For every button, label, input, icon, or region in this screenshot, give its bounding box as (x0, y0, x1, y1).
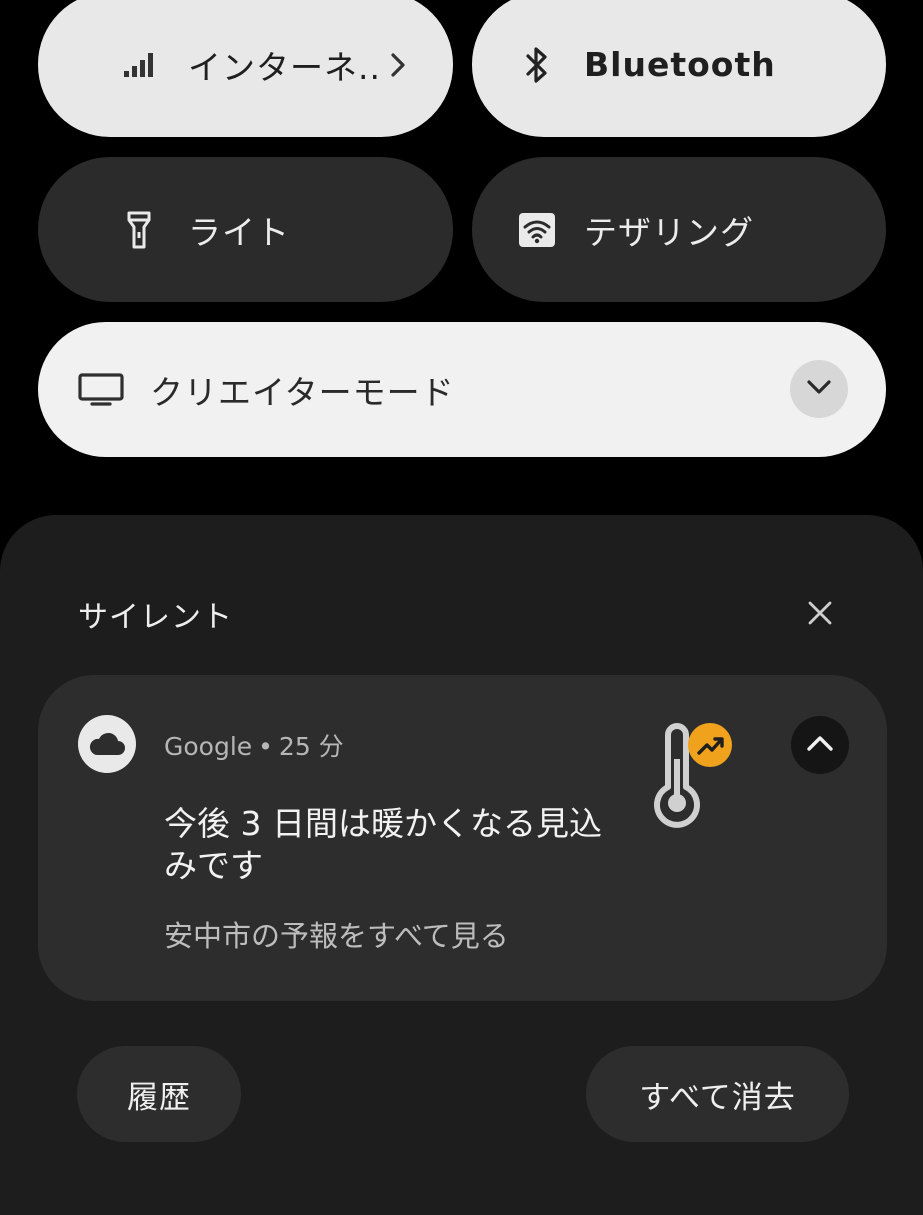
chevron-down-icon (806, 379, 832, 399)
notification-meta: Google • 25 分 (164, 727, 344, 763)
notification-collapse-button[interactable] (791, 716, 849, 774)
tile-tethering[interactable]: テザリング (472, 157, 886, 302)
notification-app-name: Google (164, 732, 253, 761)
tile-bluetooth-label: Bluetooth (584, 45, 776, 84)
meta-separator: • (258, 732, 273, 761)
section-title-silent: サイレント (78, 600, 233, 635)
cloud-icon (78, 715, 136, 773)
tile-tethering-label: テザリング (584, 212, 754, 252)
tile-internet-label: インターネ.. (188, 47, 381, 87)
signal-icon (118, 44, 160, 86)
clear-all-button[interactable]: すべて消去 (586, 1046, 849, 1142)
hotspot-icon (516, 209, 558, 251)
tv-icon (78, 369, 124, 411)
tile-creator-mode[interactable]: クリエイターモード (38, 322, 886, 457)
history-button[interactable]: 履歴 (77, 1046, 241, 1142)
notification-subtitle: 安中市の予報をすべて見る (164, 919, 509, 953)
chevron-right-icon[interactable] (383, 45, 413, 85)
bluetooth-icon (516, 44, 558, 86)
creator-mode-expand-button[interactable] (790, 360, 848, 418)
close-icon[interactable] (800, 593, 840, 633)
tile-flashlight-label: ライト (188, 212, 290, 252)
thermometer-up-icon (646, 715, 738, 831)
chevron-up-icon (806, 734, 834, 756)
flashlight-icon (118, 209, 160, 251)
tile-flashlight[interactable]: ライト (38, 157, 453, 302)
notification-time: 25 分 (278, 732, 344, 761)
tile-creator-mode-label: クリエイターモード (150, 372, 455, 412)
tile-bluetooth[interactable]: Bluetooth (472, 0, 886, 137)
tile-internet[interactable]: インターネ.. (38, 0, 453, 137)
notification-card[interactable]: Google • 25 分 今後 3 日間は暖かくなる見込みです 安中市の予報をすべ… (38, 675, 887, 1001)
notification-title: 今後 3 日間は暖かくなる見込みです (164, 804, 602, 885)
